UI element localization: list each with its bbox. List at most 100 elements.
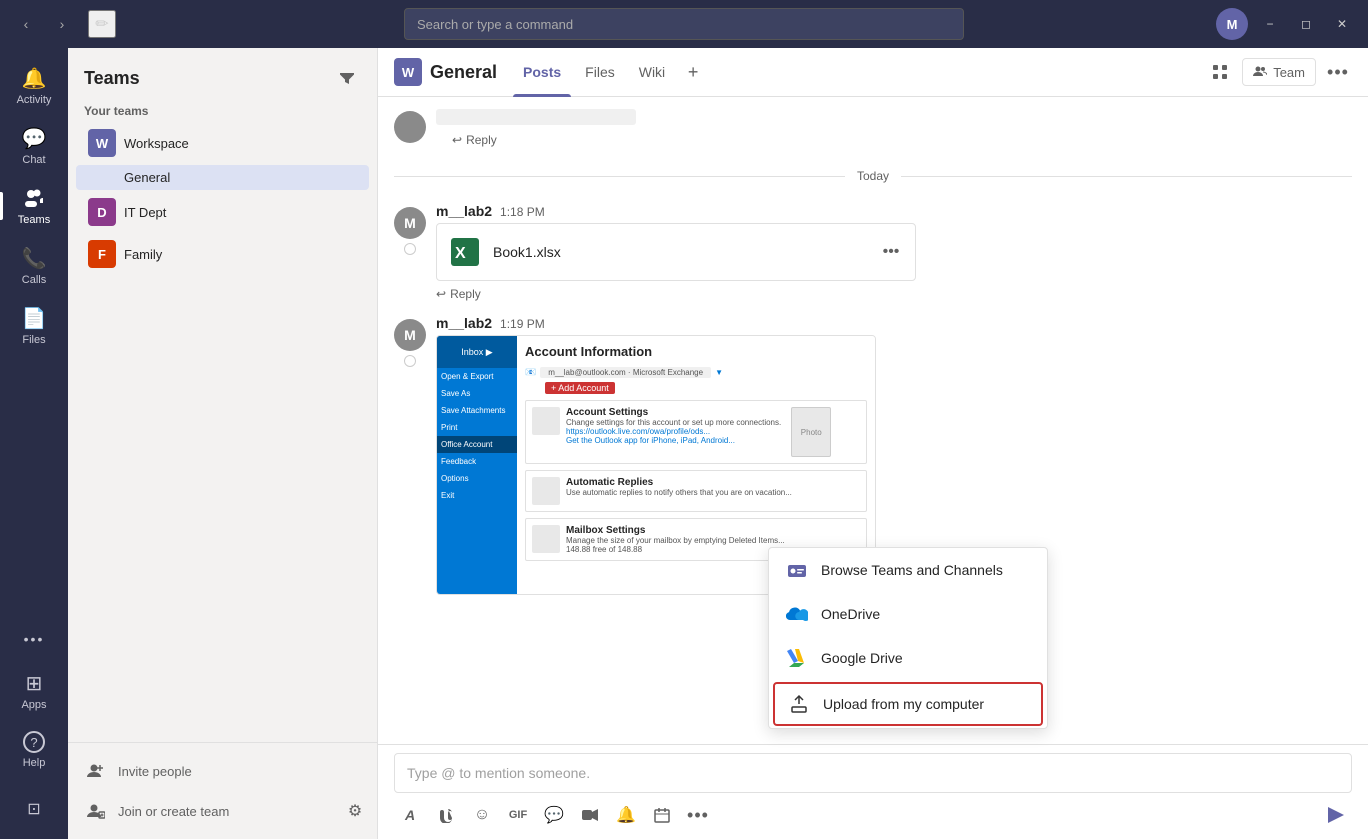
attach-button[interactable] <box>430 799 462 831</box>
browse-teams-icon <box>785 558 809 582</box>
attachment-more-button[interactable]: ••• <box>879 240 903 264</box>
nav-calls[interactable]: 📞 Calls <box>0 236 68 296</box>
tab-wiki[interactable]: Wiki <box>629 48 675 97</box>
tab-files[interactable]: Files <box>575 48 625 97</box>
teams-panel-title: Teams <box>84 68 333 89</box>
message-content-prev: ↩ Reply <box>436 109 1352 149</box>
nav-manage[interactable]: ⊡ <box>0 787 68 831</box>
team-button-label: Team <box>1273 65 1305 80</box>
channel-name-general: General <box>124 170 170 185</box>
nav-activity[interactable]: 🔔 Activity <box>0 56 68 116</box>
nav-more[interactable]: ••• <box>0 617 68 661</box>
settings-button[interactable]: ⚙ <box>341 797 369 825</box>
message-avatar-2: M <box>394 319 426 351</box>
nav-chat-label: Chat <box>22 154 45 166</box>
search-input[interactable] <box>417 17 951 32</box>
attachment-filename: Book1.xlsx <box>493 244 867 260</box>
apps-icon: ⊞ <box>22 671 46 695</box>
google-drive-item[interactable]: Google Drive <box>769 636 1047 680</box>
message-header-1: m__lab2 1:18 PM <box>436 203 1352 219</box>
format-text-button[interactable]: A <box>394 799 426 831</box>
upload-dropdown: Browse Teams and Channels OneDrive <box>768 547 1048 729</box>
team-icon-itdept: D <box>88 198 116 226</box>
reply-arrow-icon: ↩ <box>452 133 462 147</box>
reply-button-prev[interactable]: ↩ Reply <box>452 131 497 149</box>
nav-apps[interactable]: ⊞ Apps <box>0 661 68 721</box>
meet-button[interactable] <box>574 799 606 831</box>
more-options-button[interactable]: ••• <box>1324 58 1352 86</box>
team-name-family: Family <box>124 247 333 262</box>
invite-people-button[interactable]: Invite people <box>76 751 369 791</box>
user-avatar[interactable]: M <box>1216 8 1248 40</box>
emoji-button[interactable]: ☺ <box>466 799 498 831</box>
teams-panel-bottom: Invite people Join or create team ⚙ <box>68 742 377 839</box>
tab-posts[interactable]: Posts <box>513 48 571 97</box>
upload-computer-item[interactable]: Upload from my computer <box>773 682 1043 726</box>
excel-icon: X <box>449 236 481 268</box>
message-avatar-1: M <box>394 207 426 239</box>
teams-panel-header: Teams <box>68 48 377 100</box>
maximize-button[interactable]: ◻ <box>1292 10 1320 38</box>
team-item-itdept[interactable]: D IT Dept ••• <box>76 192 369 232</box>
team-item-workspace[interactable]: W Workspace ••• <box>76 123 369 163</box>
sticker-button[interactable]: 💬 <box>538 799 570 831</box>
invite-people-label: Invite people <box>118 764 192 779</box>
mock-sidebar: Inbox ▶ Open & Export Save As Save Attac… <box>437 336 517 594</box>
teams-section-label: Your teams <box>68 100 377 122</box>
nav-teams-label: Teams <box>18 214 50 226</box>
chat-area: W General Posts Files Wiki + <box>378 48 1368 839</box>
files-icon: 📄 <box>22 306 46 330</box>
message-input-area: Type @ to mention someone. A ☺ GIF 💬 <box>378 744 1368 839</box>
invite-icon <box>84 759 108 783</box>
browse-teams-label: Browse Teams and Channels <box>821 562 1003 578</box>
back-button[interactable]: ‹ <box>12 10 40 38</box>
search-bar <box>404 8 964 40</box>
message-input-box: Type @ to mention someone. <box>394 753 1352 793</box>
forward-button[interactable]: › <box>48 10 76 38</box>
browse-teams-channels-item[interactable]: Browse Teams and Channels <box>769 548 1047 592</box>
message-author-1: m__lab2 <box>436 203 492 219</box>
reply-label-prev: Reply <box>466 133 497 147</box>
add-tab-button[interactable]: + <box>679 58 707 86</box>
audio-call-button[interactable]: 🔔 <box>610 799 642 831</box>
teams-panel: Teams Your teams W Workspace ••• General… <box>68 48 378 839</box>
filter-button[interactable] <box>333 64 361 92</box>
team-button[interactable]: Team <box>1242 58 1316 86</box>
input-toolbar: A ☺ GIF 💬 🔔 <box>394 799 1352 831</box>
join-icon <box>84 799 108 823</box>
message-header-2: m__lab2 1:19 PM <box>436 315 1352 331</box>
members-grid-button[interactable] <box>1206 58 1234 86</box>
upload-icon <box>787 692 811 716</box>
nav-files[interactable]: 📄 Files <box>0 296 68 356</box>
team-item-family[interactable]: F Family ••• <box>76 234 369 274</box>
send-button[interactable] <box>1320 799 1352 831</box>
channel-item-general[interactable]: General <box>76 165 369 190</box>
reply-button-1[interactable]: ↩ Reply <box>436 285 481 303</box>
channel-team-icon: W <box>394 58 422 86</box>
help-icon: ? <box>23 731 45 753</box>
nav-help[interactable]: ? Help <box>0 721 68 779</box>
message-author-2: m__lab2 <box>436 315 492 331</box>
nav-chat[interactable]: 💬 Chat <box>0 116 68 176</box>
channel-title: General <box>430 62 497 83</box>
onedrive-item[interactable]: OneDrive <box>769 592 1047 636</box>
nav-buttons: ‹ › <box>12 10 76 38</box>
channel-tabs: Posts Files Wiki + <box>513 48 707 97</box>
minimize-button[interactable]: − <box>1256 10 1284 38</box>
close-button[interactable]: ✕ <box>1328 10 1356 38</box>
google-drive-icon <box>785 646 809 670</box>
message-input-placeholder: Type @ to mention someone. <box>407 765 590 781</box>
gif-button[interactable]: GIF <box>502 799 534 831</box>
more-tools-button[interactable]: ••• <box>682 799 714 831</box>
nav-teams[interactable]: Teams <box>0 176 68 236</box>
join-create-team-button[interactable]: Join or create team <box>76 791 341 831</box>
team-name-workspace: Workspace <box>124 136 333 151</box>
chat-icon: 💬 <box>22 126 46 150</box>
message-row-prev: ↩ Reply <box>394 105 1352 153</box>
compose-button[interactable]: ✏ <box>88 10 116 38</box>
title-bar: ‹ › ✏ M − ◻ ✕ <box>0 0 1368 48</box>
reply-label-1: Reply <box>450 287 481 301</box>
schedule-button[interactable] <box>646 799 678 831</box>
upload-computer-label: Upload from my computer <box>823 696 984 712</box>
message-avatar-prev <box>394 111 426 143</box>
